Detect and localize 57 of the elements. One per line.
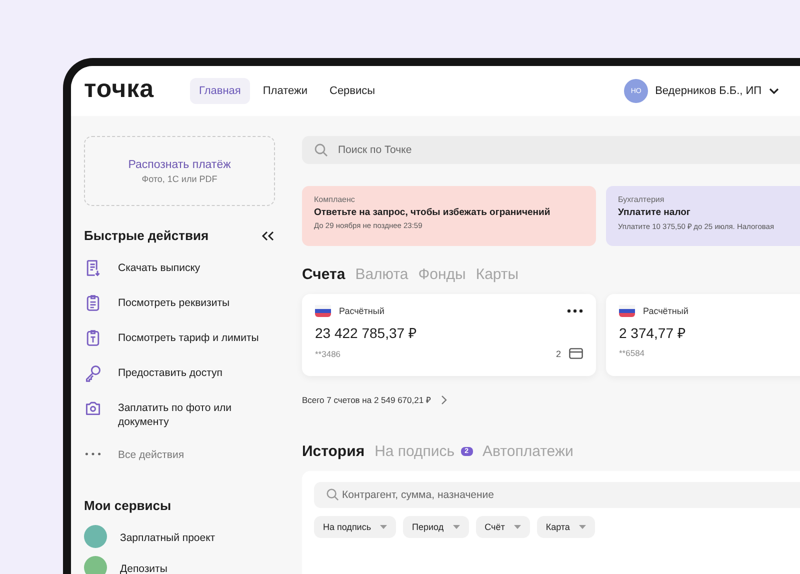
- caret-icon: [514, 525, 521, 529]
- all-actions-link[interactable]: Все действия: [118, 446, 268, 462]
- flag-icon: [619, 305, 635, 317]
- account-card[interactable]: Расчётный 2 374,77 ₽ **6584: [606, 294, 800, 376]
- account-number: **6584: [619, 348, 646, 358]
- filter-dropdown[interactable]: Счёт: [476, 516, 530, 538]
- search-field[interactable]: Поиск по Точке: [302, 136, 800, 164]
- quick-action-link[interactable]: Скачать выписку: [118, 259, 268, 275]
- section-title: Быстрые действия: [84, 228, 209, 243]
- quick-action-link[interactable]: Посмотреть реквизиты: [118, 294, 268, 310]
- notification-category: Бухгалтерия: [618, 195, 666, 204]
- caret-icon: [380, 525, 388, 529]
- key-icon: [84, 364, 102, 382]
- notification-category: Комплаенс: [314, 195, 356, 204]
- chevron-right-icon[interactable]: [440, 394, 447, 404]
- camera-icon: [84, 399, 102, 417]
- clipboard-icon: [84, 294, 102, 312]
- history-tab[interactable]: История: [302, 443, 365, 460]
- bank-card-icon: [569, 348, 583, 359]
- section-title: Мои сервисы: [84, 498, 172, 513]
- account-balance: 2 374,77 ₽: [619, 324, 686, 342]
- service-link[interactable]: Зарплатный проект: [120, 528, 270, 544]
- document-download-icon: [84, 259, 102, 277]
- notification-title: Уплатите налог: [618, 207, 692, 218]
- account-card[interactable]: Расчётный 23 422 785,37 ₽ **3486 2: [302, 294, 596, 376]
- account-number: **3486: [315, 348, 342, 358]
- filter-dropdown[interactable]: Период: [403, 516, 469, 538]
- user-name[interactable]: Ведерников Б.Б., ИП: [655, 85, 762, 97]
- service-link[interactable]: Депозиты: [120, 560, 270, 574]
- account-type: Расчётный: [339, 306, 386, 316]
- more-icon[interactable]: [567, 309, 583, 313]
- quick-action-link[interactable]: Посмотреть тариф и лимиты: [118, 329, 268, 345]
- notification-title: Ответьте на запрос, чтобы избежать ограничений: [314, 207, 552, 218]
- accounts-total-link[interactable]: Всего 7 счетов на 2 549 670,21 ₽: [302, 394, 431, 405]
- caret-icon: [578, 525, 586, 529]
- logo[interactable]: точка: [84, 74, 190, 104]
- nav-tab[interactable]: Сервисы: [320, 78, 384, 104]
- card-count: 2: [556, 348, 561, 358]
- clipboard-icon: [84, 329, 102, 347]
- dropzone-title: Распознать платёж: [128, 158, 231, 170]
- dropzone-hint: Фото, 1С или PDF: [142, 174, 218, 184]
- recognize-payment-dropzone[interactable]: Распознать платёж Фото, 1С или PDF: [84, 136, 275, 206]
- filter-dropdown[interactable]: На подпись: [314, 516, 396, 538]
- more-icon: [84, 452, 102, 456]
- chevron-down-icon[interactable]: [768, 88, 779, 94]
- section-tab[interactable]: Счета: [302, 266, 346, 283]
- quick-action-link[interactable]: Заплатить по фото или документу: [118, 399, 268, 429]
- caret-icon: [452, 525, 460, 529]
- account-balance: 23 422 785,37 ₽: [315, 324, 418, 342]
- collapse-icon[interactable]: [261, 230, 275, 240]
- nav-tab[interactable]: Платежи: [254, 78, 316, 104]
- nav-tab[interactable]: Главная: [190, 78, 250, 104]
- history-search-field[interactable]: Контрагент, сумма, назначение: [314, 482, 800, 508]
- account-type: Расчётный: [643, 306, 690, 316]
- flag-icon: [315, 305, 331, 317]
- filter-dropdown[interactable]: Карта: [536, 516, 595, 538]
- quick-action-link[interactable]: Предоставить доступ: [118, 364, 268, 380]
